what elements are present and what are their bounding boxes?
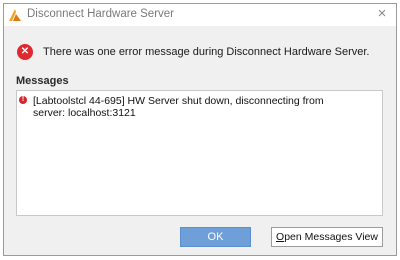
ok-button[interactable]: OK xyxy=(180,227,251,247)
window-title: Disconnect Hardware Server xyxy=(27,8,175,20)
summary-text: There was one error message during Disco… xyxy=(43,46,370,58)
message-item[interactable]: ! [Labtoolstcl 44-695] HW Server shut do… xyxy=(19,95,333,119)
error-dot-icon: ! xyxy=(19,96,27,104)
open-messages-view-button[interactable]: Open Messages View xyxy=(271,227,383,247)
mnemonic-letter: O xyxy=(276,231,285,243)
error-icon: ✕ xyxy=(17,44,33,60)
close-icon[interactable]: × xyxy=(374,6,390,22)
messages-list[interactable]: ! [Labtoolstcl 44-695] HW Server shut do… xyxy=(16,90,383,216)
message-text: [Labtoolstcl 44-695] HW Server shut down… xyxy=(33,95,324,119)
messages-heading: Messages xyxy=(16,75,69,87)
vivado-icon xyxy=(9,9,21,21)
button-label-rest: pen Messages View xyxy=(284,231,378,243)
title-bar[interactable]: Disconnect Hardware Server × xyxy=(4,4,396,26)
error-summary: ✕ There was one error message during Dis… xyxy=(17,44,369,60)
dialog-window: Disconnect Hardware Server × ✕ There was… xyxy=(3,3,397,256)
